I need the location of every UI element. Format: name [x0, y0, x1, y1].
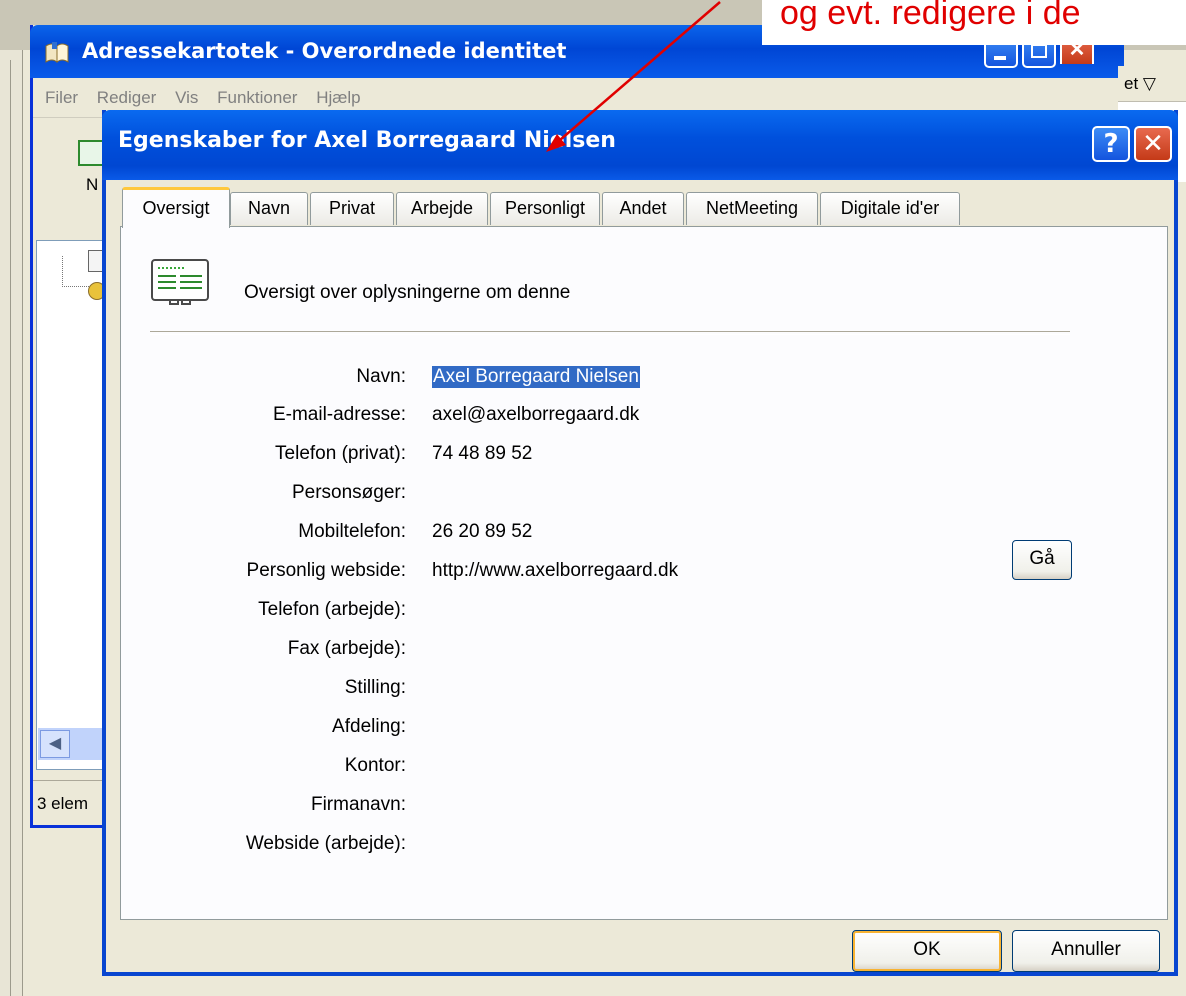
value-personal-website[interactable]: http://www.axelborregaard.dk: [432, 560, 678, 582]
label-work-website: Webside (arbejde):: [245, 833, 406, 854]
tab-privat[interactable]: Privat: [310, 192, 394, 225]
annotation-text: og evt. redigere i de: [780, 0, 1081, 32]
label-company: Firmanavn:: [310, 794, 406, 815]
tab-netmeeting[interactable]: NetMeeting: [686, 192, 818, 225]
ok-button[interactable]: OK: [852, 930, 1002, 972]
cancel-button[interactable]: Annuller: [1012, 930, 1160, 972]
label-job-title: Stilling:: [344, 677, 406, 698]
value-phone-private[interactable]: 74 48 89 52: [432, 443, 532, 465]
address-book-icon: [45, 42, 69, 64]
new-contact-icon[interactable]: [78, 140, 104, 166]
contact-summary-icon: [151, 259, 209, 305]
label-personal-website: Personlig webside:: [246, 560, 406, 581]
close-icon: ✕: [1142, 129, 1164, 159]
minimize-icon: [994, 56, 1006, 60]
scroll-left-button[interactable]: ◀: [40, 730, 70, 758]
help-icon: ?: [1103, 129, 1119, 159]
value-mobile[interactable]: 26 20 89 52: [432, 521, 532, 543]
background-list-header: et ▽: [1118, 66, 1186, 102]
label-fax-work: Fax (arbejde):: [287, 638, 406, 659]
tab-personligt[interactable]: Personligt: [490, 192, 600, 225]
tab-oversigt[interactable]: Oversigt: [122, 187, 230, 228]
label-mobile: Mobiltelefon:: [298, 521, 406, 542]
label-phone-private: Telefon (privat):: [275, 443, 406, 464]
dialog-close-button[interactable]: ✕: [1134, 126, 1172, 162]
tab-arbejde[interactable]: Arbejde: [396, 192, 488, 225]
go-button[interactable]: Gå: [1012, 540, 1072, 580]
dialog-title: Egenskaber for Axel Borregaard Nielsen: [118, 128, 616, 153]
value-navn[interactable]: Axel Borregaard Nielsen: [432, 366, 640, 388]
help-button[interactable]: ?: [1092, 126, 1130, 162]
summary-heading: Oversigt over oplysningerne om denne: [244, 282, 571, 303]
value-email[interactable]: axel@axelborregaard.dk: [432, 404, 639, 426]
label-phone-work: Telefon (arbejde):: [258, 599, 406, 620]
tab-navn[interactable]: Navn: [230, 192, 308, 225]
menu-file[interactable]: Filer: [45, 88, 78, 107]
menu-view[interactable]: Vis: [175, 88, 198, 107]
menu-tools[interactable]: Funktioner: [217, 88, 297, 107]
tab-andet[interactable]: Andet: [602, 192, 684, 225]
label-department: Afdeling:: [332, 716, 406, 737]
label-pager: Personsøger:: [291, 482, 406, 503]
label-navn: Navn:: [356, 366, 406, 387]
label-email: E-mail-adresse:: [272, 404, 406, 425]
label-office: Kontor:: [344, 755, 406, 776]
tab-digitale-ider[interactable]: Digitale id'er: [820, 192, 960, 225]
new-button-label: N: [86, 175, 99, 194]
separator: [150, 331, 1070, 335]
left-frame-line: [10, 60, 17, 996]
menu-help[interactable]: Hjælp: [316, 88, 360, 107]
menu-edit[interactable]: Rediger: [97, 88, 157, 107]
